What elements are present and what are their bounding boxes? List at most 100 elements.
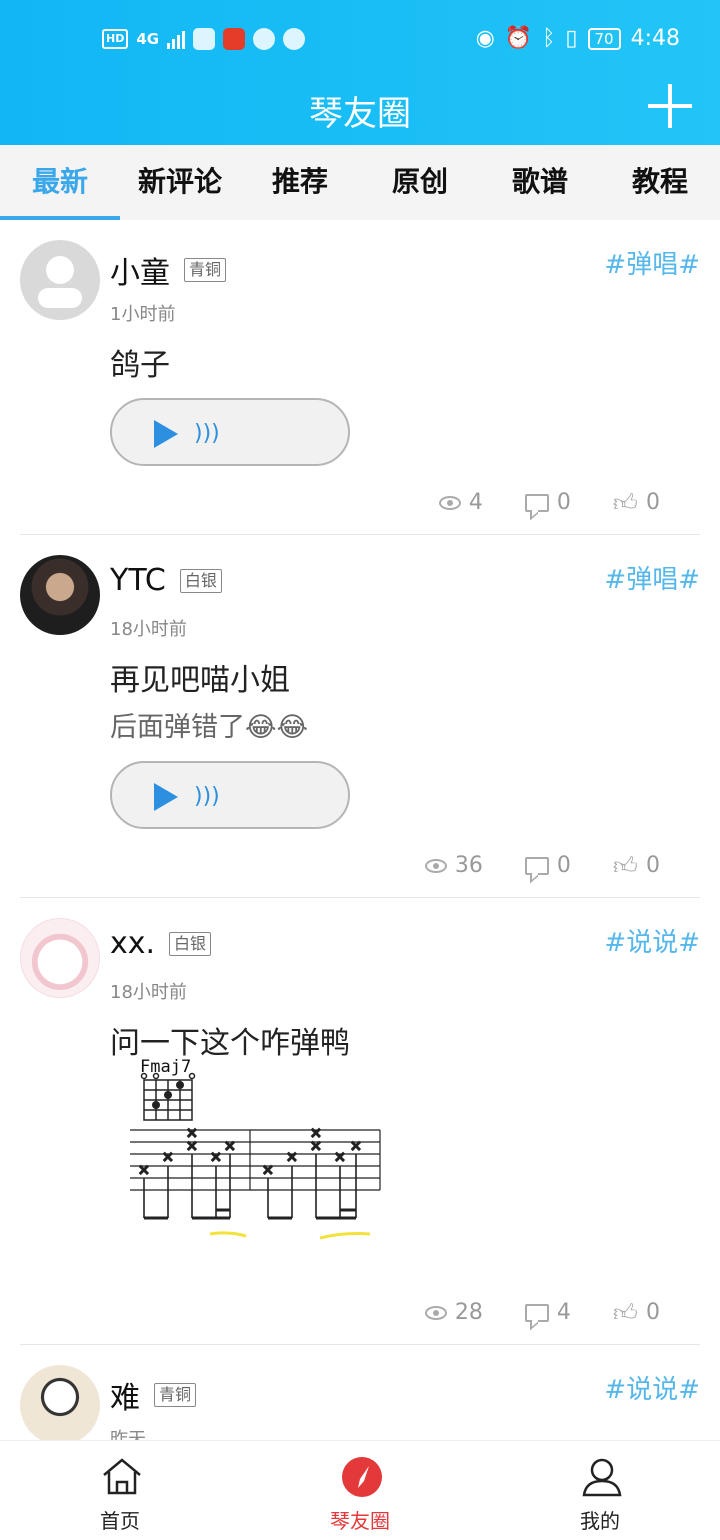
avatar[interactable] [20,1365,100,1440]
comment-icon [524,1303,549,1322]
alarm-icon: ⏰ [504,26,533,51]
audio-player-button[interactable]: ))) [110,398,350,466]
thumbs-up-icon: 👍︎ [612,488,638,517]
sound-wave-icon: ))) [194,421,220,446]
vibrate-icon: ▯ [565,26,578,51]
username[interactable]: 难 [110,1373,140,1417]
post-feed[interactable]: 小童 青铜 1小时前 #弹唱# 鸽子 ))) 4 0 👍︎ 0 YTC 白银 18… [0,220,720,1440]
svg-text:✕: ✕ [350,1139,362,1155]
comment-icon [524,493,549,512]
svg-text:✕: ✕ [186,1126,198,1142]
level-badge: 青铜 [184,258,227,282]
post-author[interactable]: 小童 青铜 [110,248,227,292]
like-button[interactable]: 👍︎ 0 [613,490,660,515]
compass-icon [342,1457,382,1497]
status-time: 4:48 [630,26,680,51]
comment-icon [524,856,549,875]
post-time: 18小时前 [110,619,187,640]
like-button[interactable]: 👍︎ 0 [613,1300,660,1325]
post-stats: 36 0 👍︎ 0 [424,853,660,878]
signal-icon [167,29,186,49]
app-notification-icon [193,28,216,50]
nav-home[interactable]: 首页 [0,1441,240,1540]
eye-comfort-icon: ◉ [475,26,495,51]
tab-new-comments[interactable]: 新评论 [120,145,240,220]
comment-button[interactable]: 0 [524,853,571,878]
username[interactable]: YTC [110,563,166,598]
post-card[interactable]: YTC 白银 18小时前 #弹唱# 再见吧喵小姐 后面弹错了😂😂 ))) 36 … [20,535,700,898]
post-time: 1小时前 [110,304,176,325]
bottom-navigation: 首页 琴友圈 我的 [0,1440,720,1540]
level-badge: 青铜 [154,1383,197,1407]
nav-profile[interactable]: 我的 [480,1441,720,1540]
nav-circle[interactable]: 琴友圈 [240,1441,480,1540]
bluetooth-icon: ᛒ [542,26,556,51]
svg-text:✕: ✕ [210,1150,222,1166]
user-icon [582,1458,622,1497]
post-title[interactable]: 再见吧喵小姐 [110,655,290,699]
sound-wave-icon: ))) [194,784,220,809]
tab-recommended[interactable]: 推荐 [240,145,360,220]
post-stats: 28 4 👍︎ 0 [424,1300,660,1325]
network-type: 4G [136,30,160,48]
avatar[interactable] [20,555,100,635]
thumbs-up-icon: 👍︎ [612,1298,638,1327]
home-icon [103,1458,141,1495]
level-badge: 白银 [169,931,212,956]
nav-home-label: 首页 [100,1509,140,1533]
post-text[interactable]: 后面弹错了😂😂 [110,705,308,744]
category-tabs: 最新 新评论 推荐 原创 歌谱 教程 [0,145,720,220]
post-tag[interactable]: #说说# [604,1369,700,1406]
nav-profile-label: 我的 [580,1509,620,1533]
username[interactable]: xx. [110,926,155,961]
svg-text:✕: ✕ [224,1139,236,1155]
eye-icon [424,858,447,873]
like-button[interactable]: 👍︎ 0 [613,853,660,878]
tab-tutorials[interactable]: 教程 [600,145,720,220]
hd-indicator: HD [102,29,129,49]
play-icon [154,420,178,448]
status-left: HD 4G [102,28,306,50]
page-title: 琴友圈 [309,94,411,134]
svg-text:✕: ✕ [310,1126,322,1142]
post-stats: 4 0 👍︎ 0 [438,490,660,515]
avatar[interactable] [20,918,100,998]
eye-icon [424,1305,447,1320]
post-tag[interactable]: #弹唱# [604,559,700,596]
post-card[interactable]: xx. 白银 18小时前 #说说# 问一下这个咋弹鸭 Fmaj7 ✕ ✕ ✕ ✕ ✕ ✕ [20,898,700,1345]
tab-latest[interactable]: 最新 [0,145,120,220]
post-card[interactable]: 小童 青铜 1小时前 #弹唱# 鸽子 ))) 4 0 👍︎ 0 [20,220,700,535]
post-time: 18小时前 [110,982,187,1003]
view-count: 4 [438,490,483,515]
svg-text:✕: ✕ [286,1150,298,1166]
username[interactable]: 小童 [110,248,170,292]
eye-icon [438,495,461,510]
battery-icon: 70 [587,27,621,50]
post-tag[interactable]: #弹唱# [604,244,700,281]
svg-text:✕: ✕ [138,1163,150,1179]
add-post-button[interactable] [648,84,692,128]
avatar[interactable] [20,240,100,320]
chat-notification-icon [253,28,276,50]
level-badge: 白银 [179,568,222,593]
post-tag[interactable]: #说说# [604,922,700,959]
post-author[interactable]: 难 青铜 [110,1373,197,1417]
view-count: 28 [424,1300,483,1325]
post-author[interactable]: xx. 白银 [110,926,212,961]
post-title[interactable]: 鸽子 [110,340,170,384]
play-icon [154,783,178,811]
tab-sheet-music[interactable]: 歌谱 [480,145,600,220]
svg-text:✕: ✕ [262,1163,274,1179]
view-count: 36 [424,853,483,878]
post-time: 昨天 [110,1429,146,1440]
comment-button[interactable]: 4 [524,1300,571,1325]
svg-text:✕: ✕ [334,1150,346,1166]
post-card[interactable]: 难 青铜 昨天 #说说# [20,1345,700,1440]
post-image-tab[interactable]: Fmaj7 ✕✕✕✕ ✕✕ ✕✕✕✕ ✕✕ [124,1048,384,1248]
svg-text:✕: ✕ [162,1150,174,1166]
promo-notification-icon [223,28,246,50]
audio-player-button[interactable]: ))) [110,761,350,829]
post-author[interactable]: YTC 白银 [110,563,222,598]
comment-button[interactable]: 0 [524,490,571,515]
tab-original[interactable]: 原创 [360,145,480,220]
